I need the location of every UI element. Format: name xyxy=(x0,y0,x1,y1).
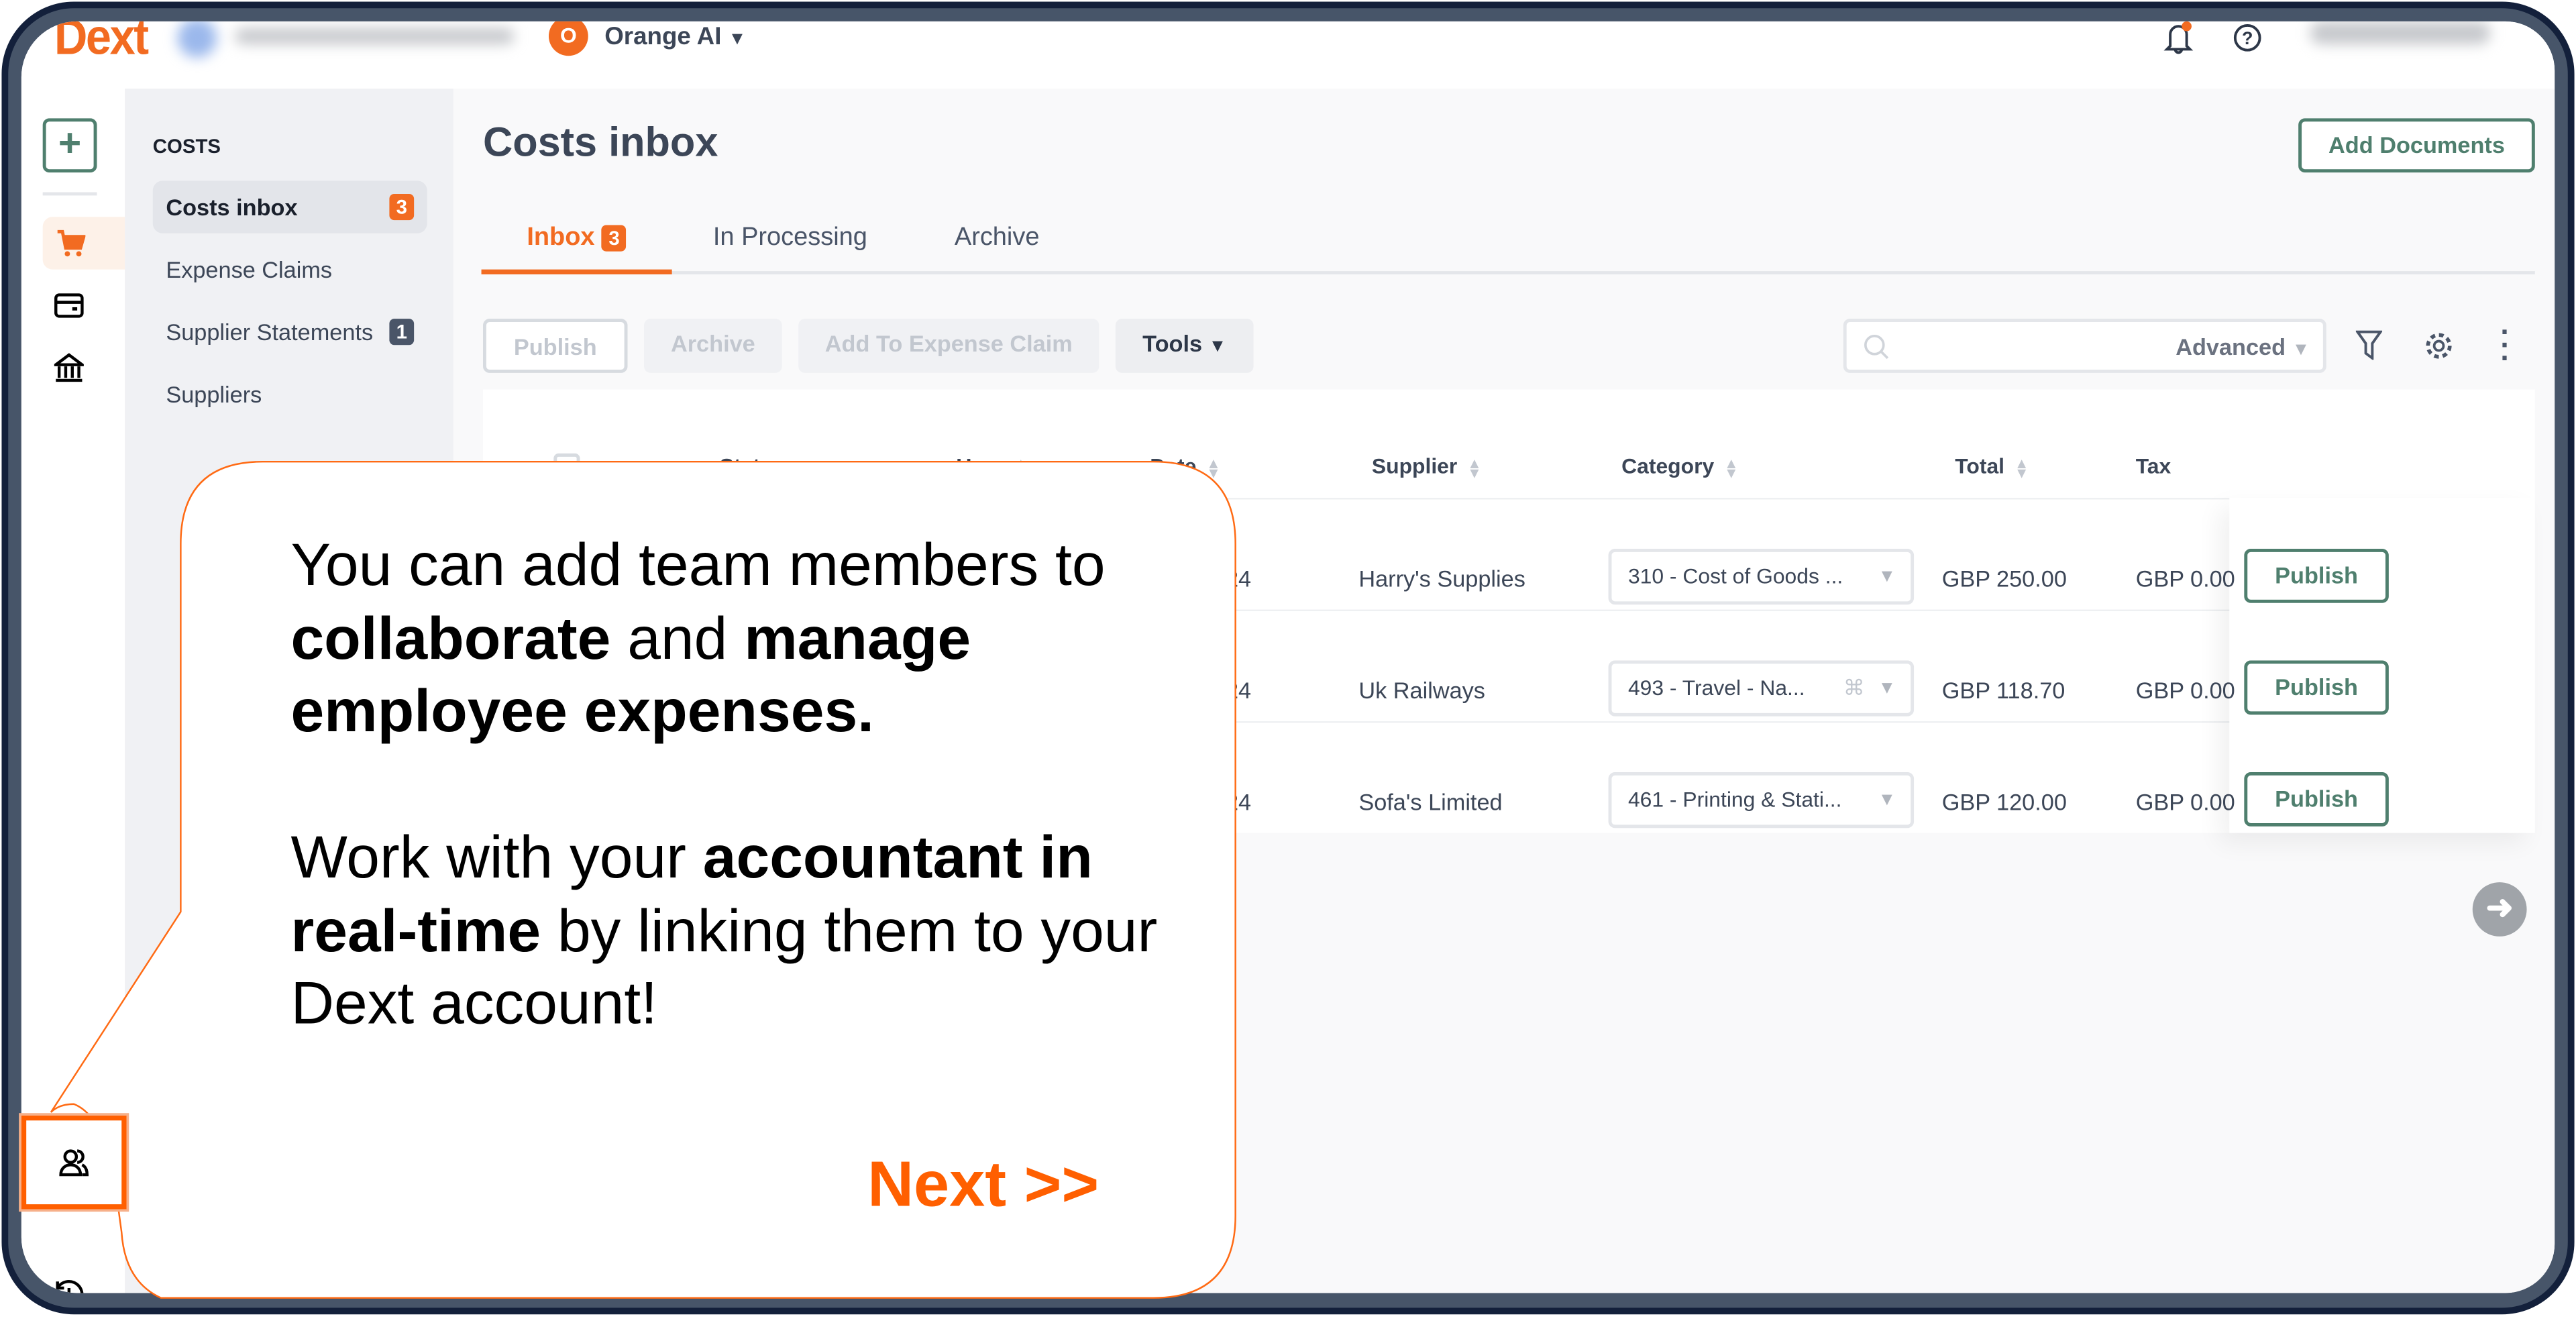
text-segment-bold: collaborate xyxy=(290,604,611,672)
text-segment: and xyxy=(610,604,745,672)
tooltip-paragraph-accountant: Work with your accountant in real-time b… xyxy=(290,822,1202,1041)
stage: Dext O Orange AI ▼ ? + COSTS Costs inbox… xyxy=(0,0,2576,1332)
text-segment: Work with your xyxy=(290,822,703,891)
text-segment: You can add team members to xyxy=(290,531,1106,598)
users-icon xyxy=(59,1149,89,1177)
tooltip-paragraph-team: You can add team members to collaborate … xyxy=(290,529,1202,749)
next-button[interactable]: Next >> xyxy=(867,1150,1099,1222)
tooltip-message: You can add team members to collaborate … xyxy=(290,529,1202,1041)
highlighted-team-button[interactable] xyxy=(21,1115,127,1210)
